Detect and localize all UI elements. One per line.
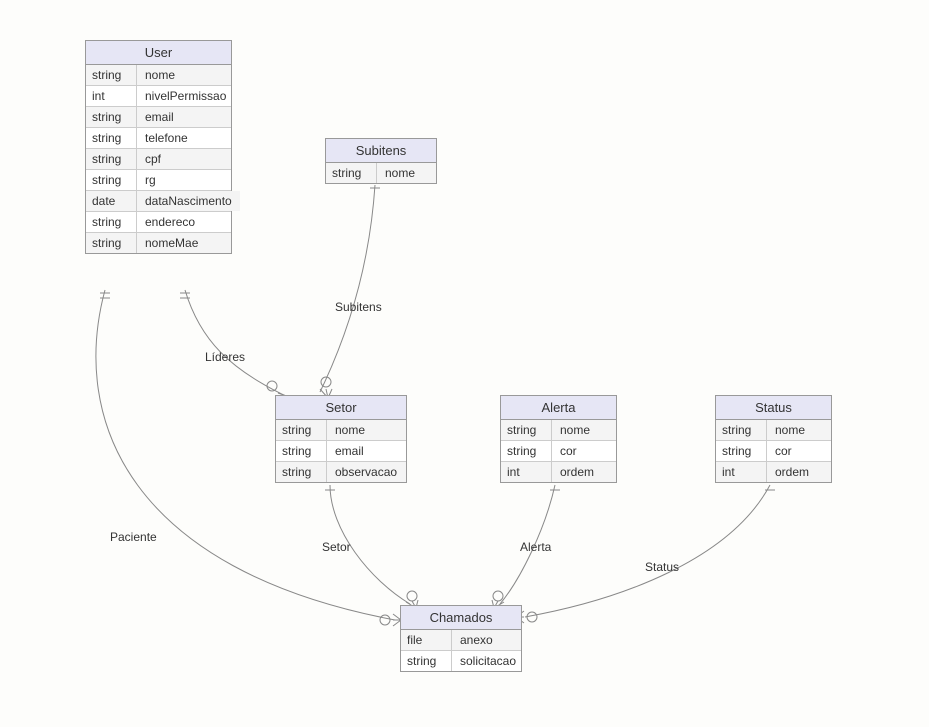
field-type: int bbox=[86, 86, 137, 106]
field-name: solicitacao bbox=[452, 651, 524, 671]
field-type: string bbox=[86, 107, 137, 127]
field-name: email bbox=[327, 441, 406, 461]
field-type: int bbox=[716, 462, 767, 482]
field-name: nome bbox=[327, 420, 406, 440]
entity-setor-title: Setor bbox=[276, 396, 406, 420]
entity-alerta[interactable]: Alerta stringnome stringcor intordem bbox=[500, 395, 617, 483]
field-type: string bbox=[86, 128, 137, 148]
field-name: cpf bbox=[137, 149, 231, 169]
field-type: file bbox=[401, 630, 452, 650]
field-type: string bbox=[86, 149, 137, 169]
entity-setor[interactable]: Setor stringnome stringemail stringobser… bbox=[275, 395, 407, 483]
field-name: nome bbox=[552, 420, 616, 440]
rel-label-status: Status bbox=[645, 560, 679, 574]
entity-status[interactable]: Status stringnome stringcor intordem bbox=[715, 395, 832, 483]
field-type: string bbox=[716, 441, 767, 461]
field-type: int bbox=[501, 462, 552, 482]
rel-label-setor: Setor bbox=[322, 540, 351, 554]
field-name: nivelPermissao bbox=[137, 86, 234, 106]
field-name: nome bbox=[377, 163, 436, 183]
rel-label-lideres: Líderes bbox=[205, 350, 245, 364]
field-name: ordem bbox=[767, 462, 831, 482]
field-type: string bbox=[501, 441, 552, 461]
rel-label-alerta: Alerta bbox=[520, 540, 551, 554]
entity-user-title: User bbox=[86, 41, 231, 65]
field-name: rg bbox=[137, 170, 231, 190]
entity-status-title: Status bbox=[716, 396, 831, 420]
field-type: string bbox=[276, 420, 327, 440]
field-type: string bbox=[276, 462, 327, 482]
field-name: telefone bbox=[137, 128, 231, 148]
field-name: email bbox=[137, 107, 231, 127]
field-type: string bbox=[276, 441, 327, 461]
entity-subitens[interactable]: Subitens stringnome bbox=[325, 138, 437, 184]
field-name: nomeMae bbox=[137, 233, 231, 253]
entity-alerta-title: Alerta bbox=[501, 396, 616, 420]
field-name: cor bbox=[552, 441, 616, 461]
rel-label-subitens: Subitens bbox=[335, 300, 382, 314]
field-name: dataNascimento bbox=[137, 191, 240, 211]
field-type: string bbox=[716, 420, 767, 440]
field-name: cor bbox=[767, 441, 831, 461]
field-type: string bbox=[501, 420, 552, 440]
entity-chamados-title: Chamados bbox=[401, 606, 521, 630]
field-name: endereco bbox=[137, 212, 231, 232]
entity-subitens-title: Subitens bbox=[326, 139, 436, 163]
entity-chamados[interactable]: Chamados fileanexo stringsolicitacao bbox=[400, 605, 522, 672]
field-type: date bbox=[86, 191, 137, 211]
entity-user[interactable]: User stringnome intnivelPermissao string… bbox=[85, 40, 232, 254]
rel-label-paciente: Paciente bbox=[110, 530, 157, 544]
field-name: observacao bbox=[327, 462, 406, 482]
field-type: string bbox=[401, 651, 452, 671]
field-type: string bbox=[326, 163, 377, 183]
field-name: anexo bbox=[452, 630, 521, 650]
field-name: nome bbox=[767, 420, 831, 440]
field-type: string bbox=[86, 65, 137, 85]
field-name: nome bbox=[137, 65, 231, 85]
field-type: string bbox=[86, 212, 137, 232]
field-type: string bbox=[86, 233, 137, 253]
field-type: string bbox=[86, 170, 137, 190]
field-name: ordem bbox=[552, 462, 616, 482]
